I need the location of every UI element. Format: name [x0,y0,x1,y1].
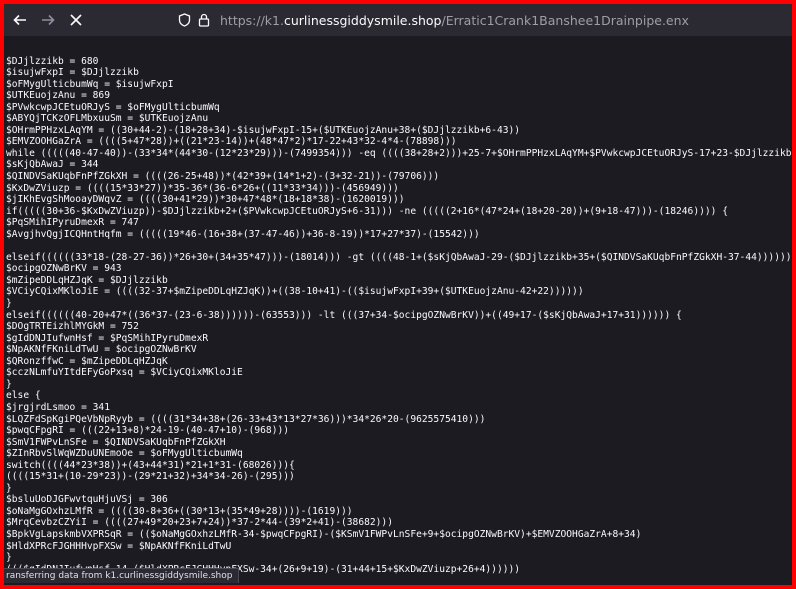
code-line: $MrqCevbzCZYiI = ((((27+49*20+23+7+24))*… [6,517,393,529]
code-line: $bsluUoDJGFwvtquHjuVSj = 306 [6,494,168,506]
code-line: $ocipgOZNwBrKV = 943 [6,263,122,275]
code-line: $cczNLmfuYItdEFyGoPxsq = $VCiyCQixMKloJi… [6,367,243,379]
code-line: $VCiyCQixMKloJiE = ((((32-37+$mZipeDDLqH… [6,286,584,298]
code-line: $jrgjrdLsmoo = 341 [6,401,110,413]
code-line: $DJjlzzikb = 680 [6,55,99,67]
code-line: $mZipeDDLqHZJqK = $DJjlzzikb [6,274,168,286]
code-line: $oFMygUlticbumWq = $isujwFxpI [6,78,174,90]
code-line: else { [6,390,41,402]
shield-icon[interactable] [174,13,194,27]
code-line: $DOgTRTEizhlMYGkM = 752 [6,321,139,333]
code-line: ((((15*31+(10-29*23))-(29*21+32)+34*34-2… [6,471,295,483]
code-line: switch((((44*23*38))+(43+44*31)*21+1*31-… [6,459,295,471]
lock-icon[interactable] [194,13,214,27]
code-line: $BpkVgLapskmbVXPRSqR = (($oNaMgGOxhzLMfR… [6,528,642,540]
address-bar[interactable]: https://k1.curlinessgiddysmile.shop/Erra… [174,8,784,32]
code-line: $AvgjhvQgjICQHntHqfm = (((((19*46-(16+38… [6,228,480,240]
forward-arrow-icon [42,14,55,26]
code-line: $oNaMgGOxhzLMfR = ((((30-8+36+((30*13+(3… [6,505,353,517]
page-source-text: $DJjlzzikb = 680 $isujwFxpI = $DJjlzzikb $… [6,44,792,585]
code-line: $OHrmPPHzxLAqYM = ((30+44-2)-(18+28+34)-… [6,124,521,136]
code-line: $LQZFdSpKgiPQeVbNpRyyb = ((((31*34+38+(2… [6,413,486,425]
url-prefix: https://k1. [220,12,284,28]
code-line: $QRonzffwC = $mZipeDDLqHZJqK [6,355,168,367]
code-line: $HldXPRcFJGHHHvpFXSw = $NpAKNfFKniLdTwU [6,540,232,552]
code-line: $isujwFxpI = $DJjlzzikb [6,67,139,79]
code-line: $QINDVSaKUqbFnPfZGkXH = ((((26-25+48))*(… [6,171,440,183]
code-line: $sKjQbAwaJ = 344 [6,159,99,171]
forward-button[interactable] [34,6,62,34]
code-line: elseif((((((40-20+47*((36*37-(23-6-38)))… [6,309,682,321]
browser-window: https://k1.curlinessgiddysmile.shop/Erra… [0,0,796,589]
code-line: } [6,298,12,310]
code-line: } [6,552,12,564]
code-line: $ZInRbvSlWqWZDuUNEmoOe = $oFMygUlticbumW… [6,448,243,460]
code-line: $PVwkcwpJCEtuORJyS = $oFMygUlticbumWq [6,101,220,113]
code-line: $PqSMihIPyruDmexR = 747 [6,217,139,229]
code-line: $SmV1FWPvLnSFe = $QINDVSaKUqbFnPfZGkXH [6,436,226,448]
code-line: $KxDwZViuzp = ((((15*33*27))*35-36*(36-6… [6,182,399,194]
url-path: /Erratic1Crank1Banshee1Drainpipe.enx [441,12,689,28]
back-button[interactable] [6,6,34,34]
code-line: if(((((30+36-$KxDwZViuzp))-$DJjlzzikb+2+… [6,205,728,217]
code-line: while (((((40-47-40))-(33*34*(44*30-(12*… [6,147,796,159]
code-line: $jIKhEvgShMooayDWqvZ = ((((30+41*29))*30… [6,194,405,206]
code-line: $UTKEuojzAnu = 869 [6,90,110,102]
back-arrow-icon [13,14,26,26]
code-line: $ABYQjTCKzOFLMbxuuSm = $UTKEuojzAnu [6,113,209,125]
url-text[interactable]: https://k1.curlinessgiddysmile.shop/Erra… [220,13,689,28]
code-line: $EMVZOOHGaZrA = ((((5+47*28))+((21*23-14… [6,136,457,148]
close-icon [70,14,82,26]
browser-toolbar: https://k1.curlinessgiddysmile.shop/Erra… [4,4,792,36]
code-line: } [6,378,12,390]
code-line: $gIdDNJIufwnHsf = $PqSMihIPyruDmexR [6,332,209,344]
status-bar: ransferring data from k1.curlinessgiddys… [4,568,240,583]
code-line: } [6,482,12,494]
code-line: $pwqCFpgRI = (((22+13+8)*24-19-(40-47+10… [6,425,290,437]
url-domain: curlinessgiddysmile.shop [283,12,442,28]
stop-button[interactable] [62,6,90,34]
code-line: $NpAKNfFKniLdTwU = $ocipgOZNwBrKV [6,344,197,356]
code-line: elseif((((((33*18-(28-27-36))*26+30+(34+… [6,251,796,263]
